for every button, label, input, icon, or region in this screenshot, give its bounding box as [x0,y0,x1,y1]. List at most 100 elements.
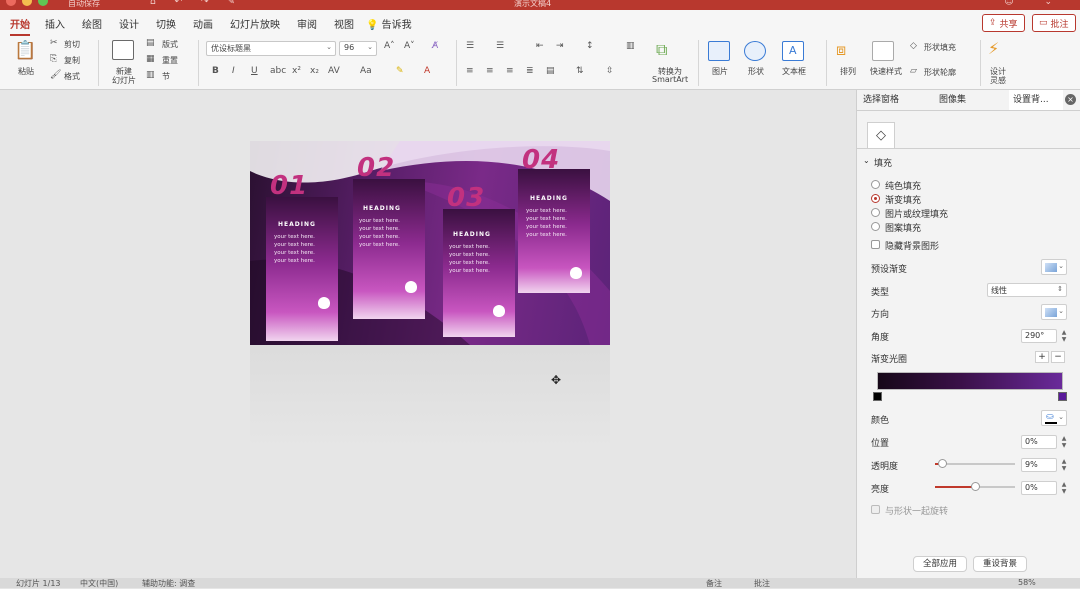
transparency-slider-knob[interactable] [938,459,947,468]
tab-draw[interactable]: 绘图 [82,16,102,31]
share-button[interactable]: ⇪ 共享 [982,14,1025,32]
format-painter-label[interactable]: 格式 [64,71,80,82]
paste-icon[interactable]: 📋 [14,40,36,61]
radio-solid-fill[interactable] [871,180,880,189]
reset-background-button[interactable]: 重设背景 [973,556,1028,572]
tab-insert[interactable]: 插入 [45,16,65,31]
close-pane-icon[interactable]: × [1065,94,1076,105]
brightness-input[interactable]: 0% [1021,481,1057,495]
line-spacing-icon[interactable]: ↕ [586,41,594,51]
picture-icon[interactable] [708,41,730,61]
format-painter-icon[interactable]: 🖌 [50,70,61,80]
designer-icon[interactable]: ⚡ [988,39,999,58]
zoom-window-icon[interactable] [38,0,48,6]
smartart-icon[interactable]: ⧉ [656,40,667,60]
radio-gradient-fill[interactable] [871,194,880,203]
gradient-bar[interactable] [877,372,1063,390]
superscript-icon[interactable]: x² [292,66,301,76]
font-name-select[interactable]: 优设标题黑 ⌄ [206,41,336,56]
designer-label-2[interactable]: 灵感 [990,75,1006,86]
paste-label[interactable]: 粘贴 [18,66,34,77]
tab-transitions[interactable]: 切换 [156,16,176,31]
gradient-type-select[interactable]: 线性 ⇕ [987,283,1067,297]
tab-format-background[interactable]: 设置背... [1013,92,1049,105]
shape-outline-label[interactable]: 形状轮廓 [924,67,956,78]
brightness-slider-knob[interactable] [971,482,980,491]
card-03[interactable]: 03 HEADING your text here. your text her… [443,177,515,345]
new-slide-icon[interactable] [112,40,134,60]
layout-label[interactable]: 版式 [162,39,178,50]
angle-input[interactable]: 290° [1021,329,1057,343]
transparency-stepper[interactable]: ▲ ▼ [1059,458,1069,472]
title-right-icons[interactable]: ☺ ⌄ [1004,0,1066,7]
transparency-slider-track[interactable] [935,463,1015,465]
autosave-label[interactable]: 自动保存 [68,0,100,9]
shape-fill-label[interactable]: 形状填充 [924,42,956,53]
fill-bucket-icon[interactable]: ◇ [867,122,895,148]
tab-animations[interactable]: 动画 [193,16,213,31]
comments-button[interactable]: ▭ 批注 [1032,14,1076,32]
accessibility-status[interactable]: 辅助功能: 调查 [142,578,195,589]
preset-gradient-dropdown[interactable]: ⌄ [1041,259,1067,275]
angle-stepper[interactable]: ▲ ▼ [1059,329,1069,343]
quick-access-toolbar[interactable]: ⌂ ↶ ↷ ✎ [150,0,243,7]
subscript-icon[interactable]: x₂ [310,66,319,76]
shape-outline-icon[interactable]: ▱ [910,66,917,76]
clear-format-icon[interactable]: A̸ [432,41,438,51]
align-center-icon[interactable]: ≡ [486,66,494,76]
card-04[interactable]: 04 HEADING your text here. your text her… [518,143,590,303]
radio-pattern-fill[interactable] [871,222,880,231]
notes-button[interactable]: 备注 [706,578,722,589]
card-01[interactable]: 01 HEADING your text here. your text her… [266,161,338,341]
color-picker-button[interactable]: ⛀ ⌄ [1041,410,1067,426]
convert-smartart-label-2[interactable]: SmartArt [652,75,688,84]
cut-icon[interactable]: ✂ [50,38,58,48]
picture-label[interactable]: 图片 [712,66,728,77]
gradient-fill-label[interactable]: 渐变填充 [885,193,921,206]
position-input[interactable]: 0% [1021,435,1057,449]
copy-icon[interactable]: ⎘ [50,54,57,64]
change-case-icon[interactable]: Aa [360,66,372,76]
tab-view[interactable]: 视图 [334,16,354,31]
tab-icons[interactable]: 图像集 [939,92,966,105]
apply-all-button[interactable]: 全部应用 [913,556,968,572]
new-slide-label-2[interactable]: 幻灯片 [112,75,136,86]
justify-icon[interactable]: ≣ [526,66,534,76]
grow-font-icon[interactable]: A˄ [384,41,395,51]
arrange-label[interactable]: 排列 [840,66,856,77]
tab-selection-pane[interactable]: 选择窗格 [863,92,899,105]
bold-icon[interactable]: B [212,66,219,76]
hide-background-checkbox[interactable] [871,240,880,249]
solid-fill-label[interactable]: 纯色填充 [885,179,921,192]
close-window-icon[interactable] [6,0,16,6]
numbering-icon[interactable]: ☰ [496,41,504,51]
increase-indent-icon[interactable]: ⇥ [556,41,564,51]
font-size-select[interactable]: 96 ⌄ [339,41,377,56]
rotate-with-shape-label[interactable]: 与形状一起旋转 [885,504,948,517]
minimize-window-icon[interactable] [22,0,32,6]
align-left-icon[interactable]: ≡ [466,66,474,76]
shape-icon[interactable] [744,41,766,61]
layout-icon[interactable]: ▤ [146,38,155,48]
section-icon[interactable]: ▥ [146,70,155,80]
cut-label[interactable]: 剪切 [64,39,80,50]
underline-icon[interactable]: U [251,66,258,76]
columns-icon[interactable]: ▥ [626,41,635,51]
shape-fill-icon[interactable]: ◇ [910,41,917,51]
copy-label[interactable]: 复制 [64,55,80,66]
shrink-font-icon[interactable]: A˅ [404,41,415,51]
bullets-icon[interactable]: ☰ [466,41,474,51]
distribute-icon[interactable]: ▤ [546,66,555,76]
remove-stop-button[interactable]: − [1051,351,1065,363]
card-02[interactable]: 02 HEADING your text here. your text her… [353,149,425,341]
quick-styles-label[interactable]: 快速样式 [870,66,902,77]
hide-background-label[interactable]: 隐藏背景图形 [885,239,939,252]
language-indicator[interactable]: 中文(中国) [80,578,118,589]
quick-styles-icon[interactable] [872,41,894,61]
picture-fill-label[interactable]: 图片或纹理填充 [885,207,948,220]
arrange-icon[interactable]: ⧈ [836,40,846,60]
shape-label[interactable]: 形状 [748,66,764,77]
char-spacing-icon[interactable]: AV [328,66,340,76]
zoom-level[interactable]: 58% [1018,578,1036,587]
fill-section-title[interactable]: 填充 [874,156,892,169]
